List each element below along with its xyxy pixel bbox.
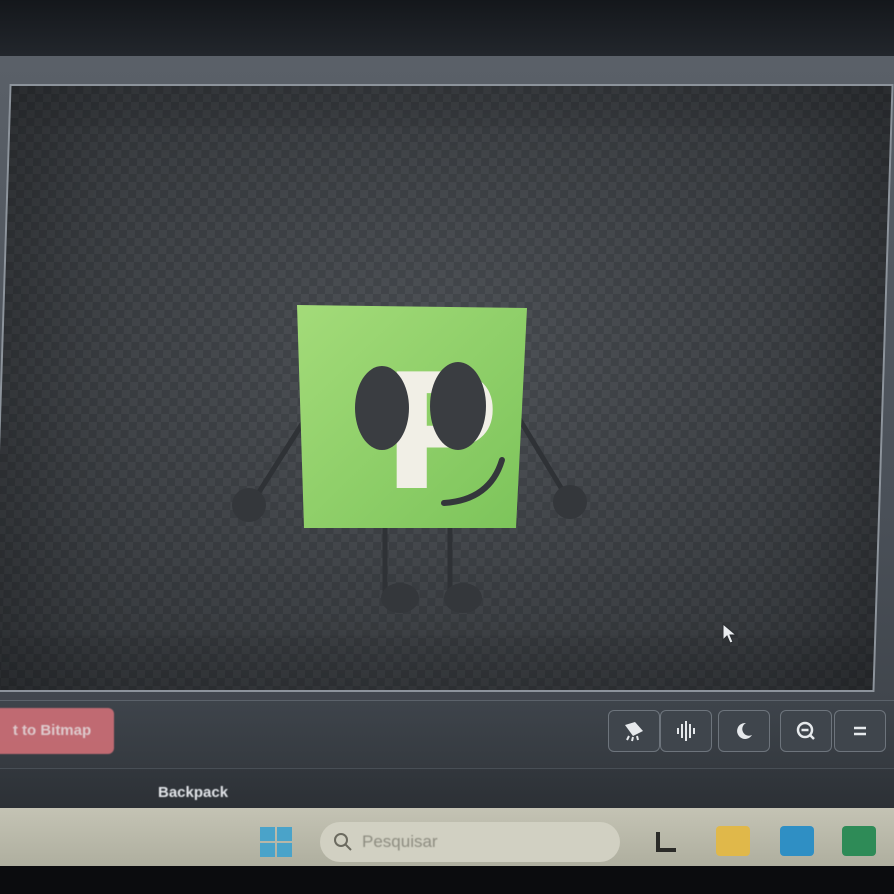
left-hand xyxy=(232,488,266,522)
excel-icon[interactable] xyxy=(842,826,876,856)
backpack-bar[interactable] xyxy=(0,768,894,809)
monitor-bezel-bottom xyxy=(0,866,894,894)
file-explorer-icon[interactable] xyxy=(716,826,750,856)
search-placeholder: Pesquisar xyxy=(362,832,438,851)
snap-icon[interactable] xyxy=(650,826,684,856)
convert-to-bitmap-button[interactable]: t to Bitmap xyxy=(0,708,114,754)
equals-icon xyxy=(854,726,866,736)
backpack-label[interactable]: Backpack xyxy=(158,784,228,801)
left-eye xyxy=(355,366,409,450)
right-foot xyxy=(444,583,482,613)
brush-icon xyxy=(625,722,643,742)
right-hand xyxy=(553,485,587,519)
start-icon[interactable] xyxy=(258,825,294,859)
zoom-out-icon xyxy=(796,721,815,740)
store-icon[interactable] xyxy=(780,826,814,856)
brush-tool-button[interactable] xyxy=(608,710,660,752)
zoom-out-button[interactable] xyxy=(780,710,832,752)
sound-wave-icon xyxy=(677,721,695,741)
zoom-reset-button[interactable] xyxy=(834,710,886,752)
taskbar-search[interactable]: Pesquisar xyxy=(320,822,620,862)
sound-tool-button[interactable] xyxy=(660,710,712,752)
search-icon xyxy=(334,833,352,851)
darken-tool-button[interactable] xyxy=(718,710,770,752)
left-foot xyxy=(381,583,419,613)
right-eye xyxy=(430,362,486,450)
right-arm xyxy=(517,417,569,499)
mouse-cursor-icon xyxy=(722,623,738,644)
left-arm xyxy=(251,421,305,503)
moon-icon xyxy=(737,722,752,739)
